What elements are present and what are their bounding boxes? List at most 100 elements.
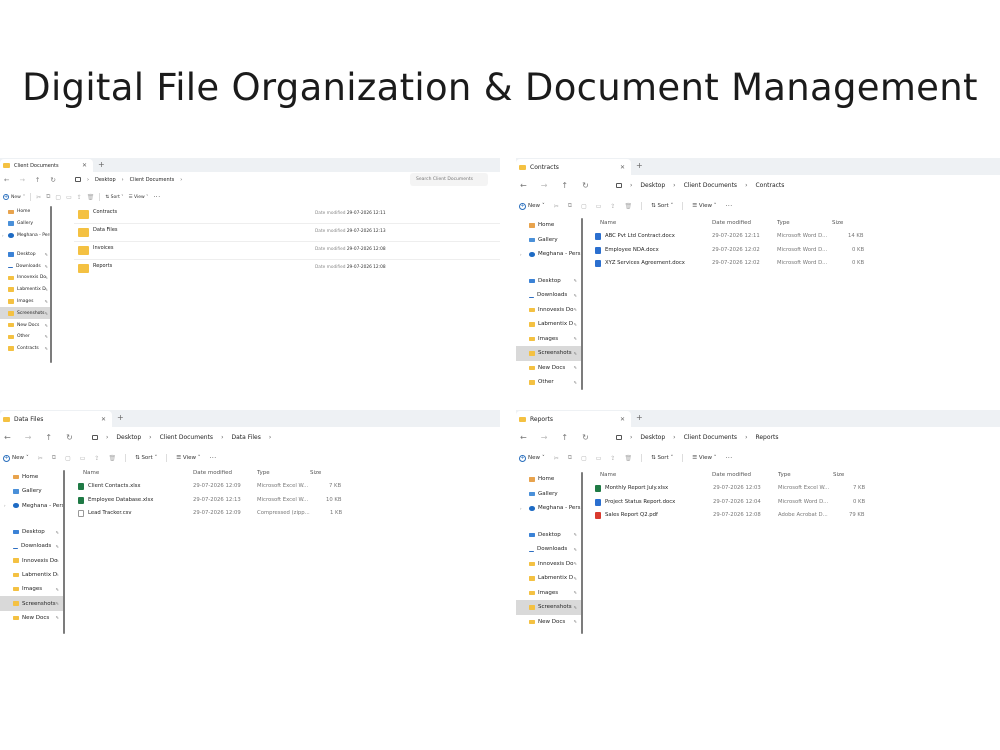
sidebar-item-other[interactable]: Other ✎ (0, 331, 52, 343)
delete-icon[interactable]: 🗑 (624, 455, 632, 462)
sidebar-item-desktop[interactable]: Desktop ✎ (516, 528, 583, 543)
chevron-right-icon[interactable]: › (4, 503, 6, 508)
cut-icon[interactable]: ✂ (554, 203, 559, 210)
crumb-desktop[interactable]: Desktop (95, 177, 116, 183)
folder-row[interactable]: Data Files Date modified 29-07-2026 12:13 (74, 224, 500, 242)
view-button[interactable]: ☰ View ˅ (692, 203, 716, 209)
sidebar-item-new-docs[interactable]: New Docs ✎ (0, 611, 65, 625)
column-header-type[interactable]: Type (777, 220, 790, 226)
refresh-icon[interactable]: ↻ (582, 181, 589, 190)
new-tab-icon[interactable]: + (98, 160, 105, 169)
sidebar-item-labmentix[interactable]: Labmentix D ✎ (516, 317, 583, 332)
sidebar-item-innovexis[interactable]: Innovexis Do ✎ (516, 303, 583, 318)
column-header-name[interactable]: Name (83, 470, 99, 476)
column-header-date[interactable]: Date modified (712, 472, 751, 478)
sidebar-item-downloads[interactable]: Downloads ✎ (516, 542, 583, 557)
tab-reports[interactable]: Reports ✕ (516, 411, 631, 427)
sidebar-item-screenshots[interactable]: Screenshots ✎ (516, 346, 583, 361)
file-row[interactable]: Project Status Report.docx 29-07-2026 12:… (590, 496, 1000, 510)
up-arrow-icon[interactable]: ↑ (45, 433, 52, 442)
paste-icon[interactable]: ▢ (581, 455, 587, 462)
chevron-right-icon[interactable]: › (520, 506, 522, 511)
back-arrow-icon[interactable]: ← (520, 433, 527, 442)
sidebar-item-other[interactable]: Other ✎ (516, 375, 583, 390)
sidebar-item-downloads[interactable]: Downloads ✎ (0, 539, 65, 553)
view-button[interactable]: ☰ View ˅ (129, 195, 149, 200)
breadcrumb[interactable]: › Desktop › Client Documents › Reports (616, 434, 778, 441)
chevron-right-icon[interactable]: › (2, 233, 4, 238)
file-row[interactable]: XYZ Services Agreement.docx 29-07-2026 12… (590, 257, 1000, 271)
scrollbar[interactable] (581, 218, 583, 390)
sidebar-item-gallery[interactable]: Gallery (516, 233, 583, 248)
file-row[interactable]: Employee Database.xlsx 29-07-2026 12:13 Mi… (72, 494, 500, 508)
sidebar-item-home[interactable]: Home (516, 472, 583, 487)
cut-icon[interactable]: ✂ (38, 455, 43, 462)
breadcrumb[interactable]: › Desktop › Client Documents › Data File… (92, 434, 271, 441)
column-header-size[interactable]: Size (832, 220, 843, 226)
sidebar-item-screenshots[interactable]: Screenshots ✎ (0, 596, 65, 611)
close-icon[interactable]: ✕ (620, 164, 625, 171)
crumb-data-files[interactable]: Data Files (231, 434, 260, 441)
column-header-date[interactable]: Date modified (712, 220, 751, 226)
folder-row[interactable]: Contracts Date modified 29-07-2026 12:11 (74, 206, 500, 224)
crumb-reports[interactable]: Reports (755, 434, 778, 441)
sort-button[interactable]: ⇅ Sort ˅ (135, 455, 157, 461)
sidebar-item-desktop[interactable]: Desktop ✎ (516, 274, 583, 289)
up-arrow-icon[interactable]: ↑ (561, 433, 568, 442)
refresh-icon[interactable]: ↻ (582, 433, 589, 442)
sidebar-item-onedrive[interactable]: › Meghana - Pers (516, 501, 583, 516)
scrollbar[interactable] (50, 206, 52, 363)
sidebar-item-gallery[interactable]: Gallery (516, 487, 583, 502)
copy-icon[interactable]: ⧉ (568, 454, 572, 462)
share-icon[interactable]: ⇪ (77, 194, 82, 201)
column-header-type[interactable]: Type (778, 472, 791, 478)
sidebar-item-onedrive[interactable]: › Meghana - Pers (516, 247, 583, 262)
new-button[interactable]: + New ˅ (519, 454, 545, 462)
more-options-button[interactable]: ··· (153, 194, 160, 201)
crumb-desktop[interactable]: Desktop (116, 434, 141, 441)
sidebar-item-innovexis[interactable]: Innovexis Do ✎ (0, 272, 52, 284)
refresh-icon[interactable]: ↻ (66, 433, 73, 442)
more-options-button[interactable]: ··· (209, 455, 216, 462)
file-row[interactable]: ABC Pvt Ltd Contract.docx 29-07-2026 12:1… (590, 230, 1000, 244)
close-icon[interactable]: ✕ (82, 162, 87, 169)
back-arrow-icon[interactable]: ← (520, 181, 527, 190)
delete-icon[interactable]: 🗑 (108, 455, 116, 462)
new-tab-icon[interactable]: + (117, 413, 124, 422)
new-button[interactable]: + New ˅ (3, 194, 25, 200)
breadcrumb[interactable]: › Desktop › Client Documents › Contracts (616, 182, 784, 189)
sidebar-item-home[interactable]: Home (516, 218, 583, 233)
sidebar-item-innovexis[interactable]: Innovexis Do ✎ (0, 553, 65, 567)
new-tab-icon[interactable]: + (636, 413, 643, 422)
forward-arrow-icon[interactable]: → (25, 433, 32, 442)
new-tab-icon[interactable]: + (636, 161, 643, 170)
cut-icon[interactable]: ✂ (36, 194, 41, 201)
forward-arrow-icon[interactable]: → (541, 181, 548, 190)
folder-row[interactable]: Invoices Date modified 29-07-2026 12:08 (74, 242, 500, 260)
delete-icon[interactable]: 🗑 (624, 203, 632, 210)
forward-arrow-icon[interactable]: → (541, 433, 548, 442)
column-header-name[interactable]: Name (600, 220, 616, 226)
file-row[interactable]: Monthly Report July.xlsx 29-07-2026 12:03… (590, 482, 1000, 496)
column-header-name[interactable]: Name (600, 472, 616, 478)
refresh-icon[interactable]: ↻ (50, 176, 55, 184)
copy-icon[interactable]: ⧉ (46, 193, 50, 201)
sidebar-item-downloads[interactable]: Downloads ✎ (516, 288, 583, 303)
column-header-type[interactable]: Type (257, 470, 270, 476)
sidebar-item-labmentix[interactable]: Labmentix D ✎ (0, 568, 65, 582)
sidebar-item-home[interactable]: Home (0, 206, 52, 218)
sidebar-item-innovexis[interactable]: Innovexis Do ✎ (516, 557, 583, 572)
sidebar-item-gallery[interactable]: Gallery (0, 484, 65, 498)
copy-icon[interactable]: ⧉ (568, 202, 572, 210)
rename-icon[interactable]: ▭ (66, 194, 72, 201)
cut-icon[interactable]: ✂ (554, 455, 559, 462)
sidebar-item-new-docs[interactable]: New Docs ✎ (516, 615, 583, 630)
up-arrow-icon[interactable]: ↑ (561, 181, 568, 190)
sidebar-item-gallery[interactable]: Gallery (0, 218, 52, 230)
sidebar-item-contracts[interactable]: Contracts ✎ (0, 343, 52, 355)
sidebar-item-new-docs[interactable]: New Docs ✎ (0, 319, 52, 331)
paste-icon[interactable]: ▢ (581, 203, 587, 210)
copy-icon[interactable]: ⧉ (52, 454, 56, 462)
breadcrumb[interactable]: › Desktop › Client Documents › (75, 177, 182, 183)
crumb-desktop[interactable]: Desktop (640, 434, 665, 441)
